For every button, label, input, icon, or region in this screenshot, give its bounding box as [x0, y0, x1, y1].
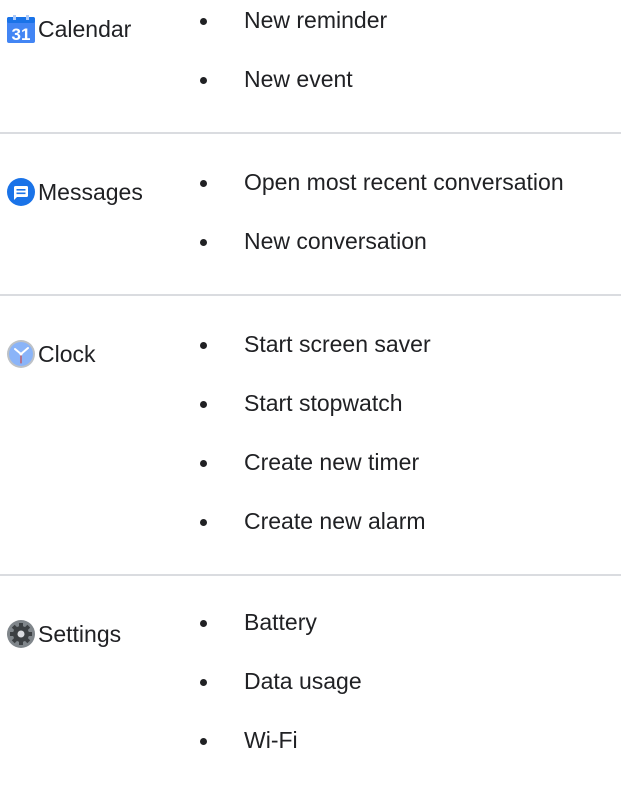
bullet — [200, 180, 207, 187]
bullet — [200, 738, 207, 745]
settings-icon — [6, 619, 36, 649]
action-label: Create new timer — [244, 449, 420, 475]
messages-icon — [6, 177, 36, 207]
action-label: New reminder — [244, 7, 388, 33]
action-label: Create new alarm — [244, 508, 426, 534]
bullet — [200, 401, 207, 408]
calendar-icon-date: 31 — [12, 25, 31, 44]
bullet — [200, 460, 207, 467]
app-name-calendar: Calendar — [38, 16, 132, 42]
app-calendar[interactable]: 31 Calendar — [6, 12, 131, 46]
action-label: Wi-Fi — [244, 727, 298, 753]
app-name-messages: Messages — [38, 179, 143, 205]
calendar-icon: 31 — [6, 14, 36, 44]
action-label: Start screen saver — [244, 331, 431, 357]
bullet — [200, 620, 207, 627]
action-label: Open most recent conversation — [244, 169, 564, 195]
bullet — [200, 239, 207, 246]
bullet — [200, 77, 207, 84]
action-label: New conversation — [244, 228, 427, 254]
bullet — [200, 519, 207, 526]
app-messages[interactable]: Messages — [6, 175, 143, 209]
action-label: New event — [244, 66, 353, 92]
divider — [0, 132, 621, 134]
app-clock[interactable]: Clock — [6, 337, 96, 371]
clock-icon — [6, 339, 36, 369]
action-label: Battery — [244, 609, 317, 635]
divider — [0, 294, 621, 296]
action-label: Start stopwatch — [244, 390, 403, 416]
bullet — [200, 18, 207, 25]
bullet — [200, 342, 207, 349]
divider — [0, 574, 621, 576]
app-name-settings: Settings — [38, 621, 122, 647]
app-settings[interactable]: Settings — [6, 617, 121, 651]
bullet — [200, 679, 207, 686]
app-name-clock: Clock — [38, 341, 96, 367]
action-label: Data usage — [244, 668, 362, 694]
